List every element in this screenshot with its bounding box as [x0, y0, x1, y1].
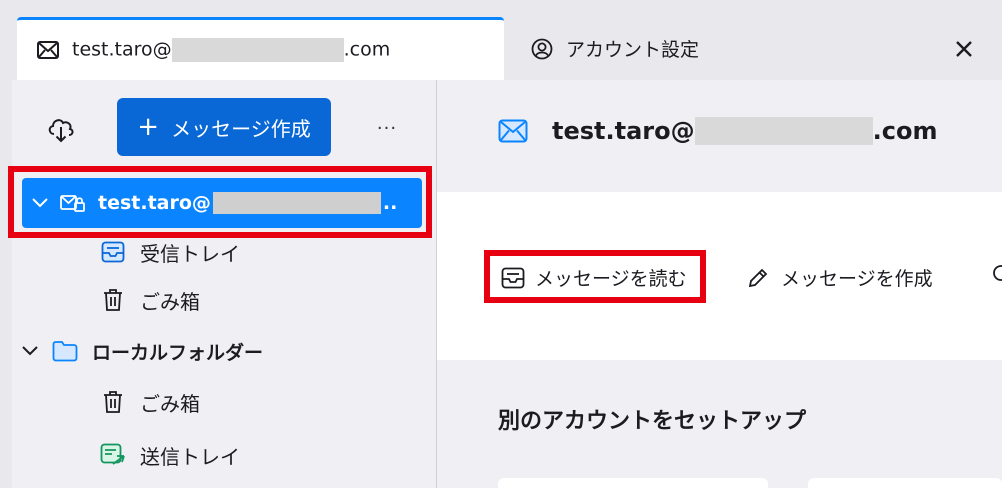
- search-button-partial[interactable]: [992, 264, 1002, 291]
- search-icon: [992, 264, 1002, 291]
- plus-icon: +: [137, 112, 160, 142]
- envelope-icon: [36, 38, 60, 62]
- folder-label: ごみ箱: [140, 289, 200, 314]
- highlight-box-account: [8, 166, 432, 238]
- inbox-icon: [100, 239, 126, 265]
- redacted-text: [171, 38, 344, 62]
- write-message-button[interactable]: メッセージを作成: [747, 264, 933, 291]
- more-options-button[interactable]: ···: [369, 113, 405, 143]
- folder-label: ローカルフォルダー: [92, 341, 264, 364]
- trash-icon: [100, 287, 126, 313]
- chevron-down-icon: [22, 346, 42, 356]
- redacted-text: [694, 117, 873, 145]
- folder-label: 受信トレイ: [140, 241, 240, 266]
- get-messages-button[interactable]: [44, 115, 78, 149]
- local-folders-row[interactable]: ローカルフォルダー: [22, 333, 263, 369]
- local-folder-trash[interactable]: ごみ箱: [100, 384, 200, 420]
- envelope-icon: [498, 115, 530, 147]
- tab-label: アカウント設定: [566, 39, 700, 61]
- folder-label: 送信トレイ: [140, 444, 240, 469]
- setup-title: 別のアカウントをセットアップ: [498, 409, 807, 434]
- account-title: test.taro@ .com: [498, 115, 937, 147]
- outbox-icon: [100, 442, 126, 468]
- account-settings-icon: [530, 37, 554, 61]
- pane-edge: [0, 80, 12, 488]
- folder-trash[interactable]: ごみ箱: [100, 282, 200, 318]
- close-icon[interactable]: [948, 33, 980, 65]
- trash-icon: [100, 389, 126, 415]
- tab-account-settings[interactable]: アカウント設定: [514, 17, 1002, 80]
- compose-label: メッセージ作成: [171, 116, 311, 141]
- tab-label: test.taro@ .com: [72, 38, 391, 62]
- local-folder-outbox[interactable]: 送信トレイ: [100, 437, 240, 473]
- setup-card[interactable]: [808, 478, 1002, 488]
- cloud-download-icon: [46, 116, 76, 148]
- setup-card[interactable]: [498, 478, 768, 488]
- action-label: メッセージを作成: [781, 268, 933, 290]
- highlight-box-read: [484, 250, 706, 303]
- pencil-icon: [747, 266, 771, 290]
- tab-mail-account[interactable]: test.taro@ .com: [17, 17, 504, 80]
- compose-message-button[interactable]: + メッセージ作成: [117, 98, 331, 156]
- folder-label: ごみ箱: [140, 391, 200, 416]
- folder-icon: [52, 338, 78, 364]
- folder-inbox[interactable]: 受信トレイ: [100, 234, 240, 270]
